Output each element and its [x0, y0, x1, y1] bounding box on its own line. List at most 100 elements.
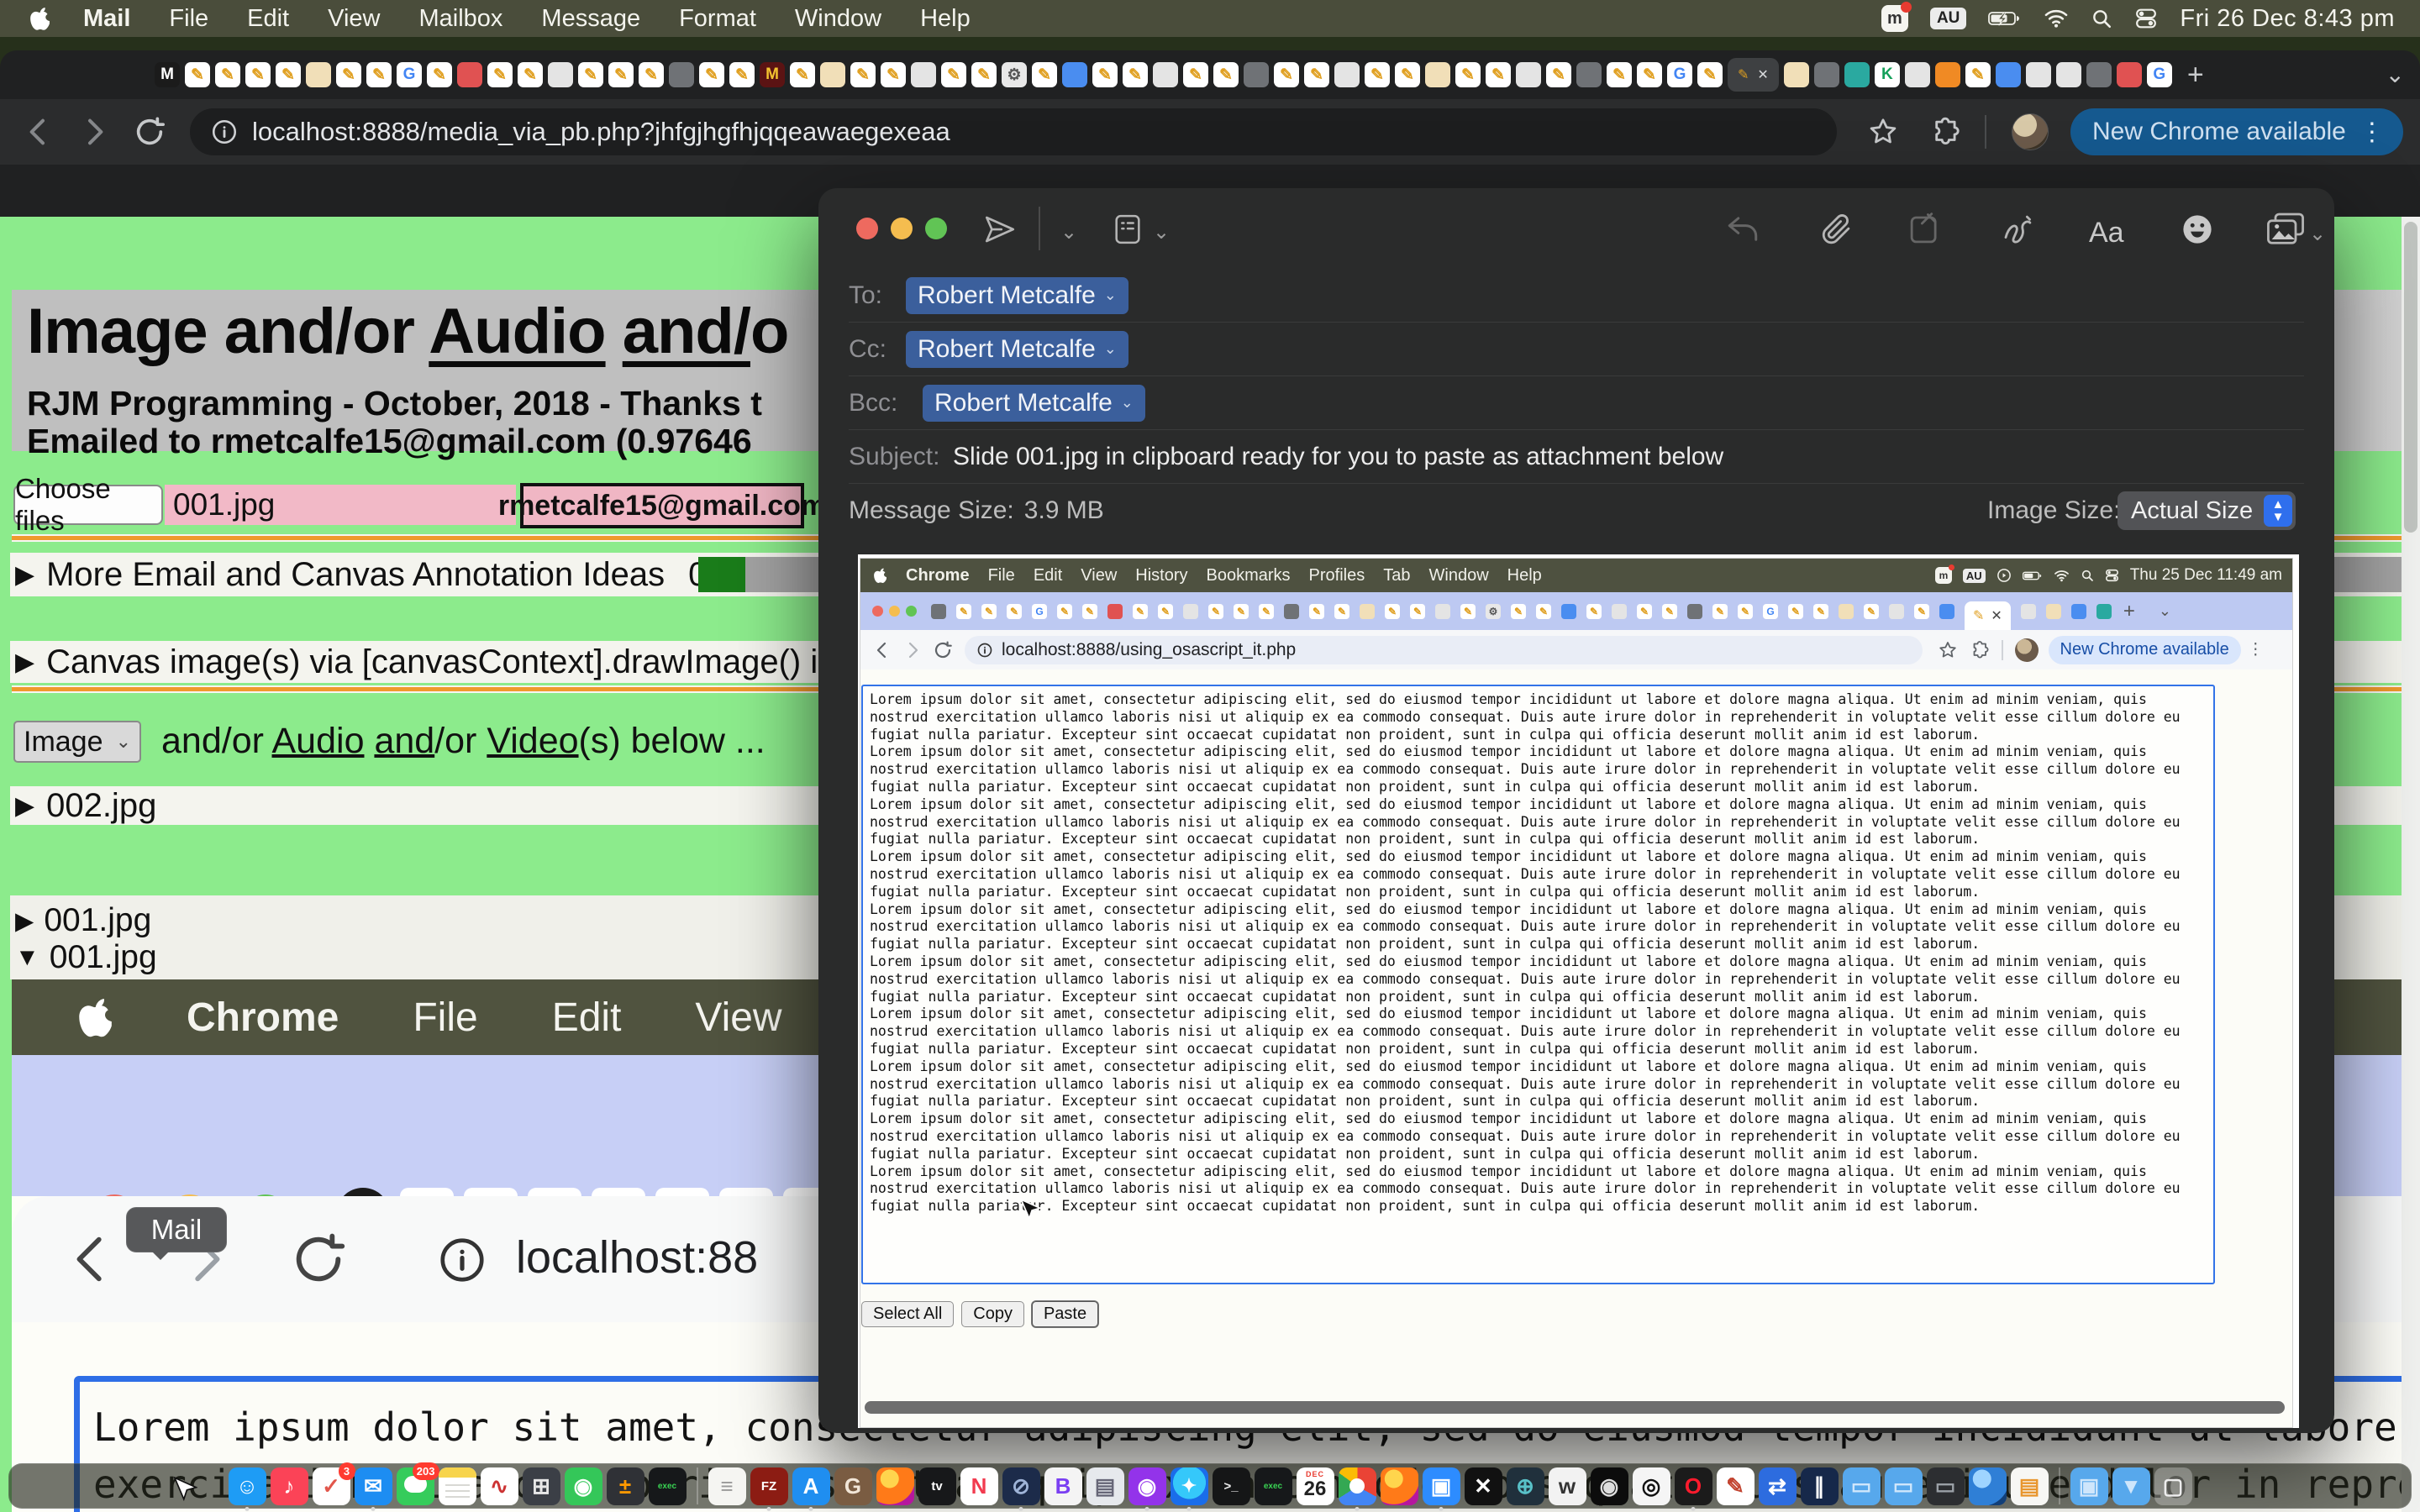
send-options-chevron-icon[interactable]: ⌄	[1060, 220, 1077, 244]
tab-favicon[interactable]: G	[1032, 604, 1047, 619]
url-text[interactable]: localhost:8888/media_via_pb.php?jhfgjhgf…	[252, 117, 950, 147]
tab-favicon[interactable]	[1784, 62, 1809, 87]
dock-item-archive-utility[interactable]: ▤	[1086, 1467, 1124, 1505]
dock-item-calculator[interactable]: ±	[607, 1467, 644, 1505]
tab-favicon[interactable]: ✎	[336, 62, 361, 87]
menu-item-file[interactable]: File	[150, 5, 228, 33]
tab-search-chevron-icon[interactable]: ⌄	[2386, 60, 2405, 88]
tab-favicon[interactable]: ✎	[1304, 62, 1329, 87]
dock-item-mail[interactable]: ✉	[355, 1467, 392, 1505]
dock-item-reminders[interactable]: ✓3	[313, 1467, 350, 1505]
tab-favicon[interactable]	[1334, 62, 1360, 87]
tab-favicon[interactable]	[2086, 62, 2112, 87]
to-recipient-chip[interactable]: Robert Metcalfe⌄	[906, 277, 1128, 314]
tab-favicon[interactable]: ✎	[1697, 62, 1723, 87]
file-input-value[interactable]: 001.jpg	[165, 485, 516, 525]
photos-chevron-icon[interactable]: ⌄	[2309, 222, 2326, 246]
tab-favicon[interactable]: ✎	[1788, 604, 1803, 619]
tab-favicon[interactable]	[2096, 604, 2112, 619]
menu-item-message[interactable]: Message	[522, 5, 660, 33]
forward-button[interactable]	[77, 115, 111, 149]
tab-favicon[interactable]	[669, 62, 694, 87]
tab-favicon[interactable]	[1516, 62, 1541, 87]
dock-item-globe-app[interactable]: ⊕	[1507, 1467, 1544, 1505]
details-row-001jpg-collapsed[interactable]: ▶ 001.jpg	[15, 902, 151, 939]
tab-favicon[interactable]: ✎	[276, 62, 301, 87]
tab-favicon[interactable]: ✎	[1637, 604, 1652, 619]
dock-item-zoom[interactable]: ▣	[1423, 1467, 1460, 1505]
tab-favicon[interactable]: ✎	[850, 62, 876, 87]
dock-item-exec-terminal-2[interactable]: exec	[1255, 1467, 1292, 1505]
tab-favicon[interactable]: ✎	[578, 62, 603, 87]
tab-favicon[interactable]: ✎	[1092, 62, 1118, 87]
tab-favicon[interactable]	[2117, 62, 2142, 87]
menu-item-format[interactable]: Format	[660, 5, 776, 33]
tab-favicon[interactable]: ✎	[1183, 62, 1208, 87]
tab-favicon[interactable]	[1062, 62, 1087, 87]
reload-button[interactable]	[133, 115, 166, 149]
tab-favicon[interactable]	[2071, 604, 2086, 619]
tab-favicon[interactable]: M	[760, 62, 785, 87]
cc-recipient-chip[interactable]: Robert Metcalfe⌄	[906, 331, 1128, 368]
tab-favicon[interactable]: ✎	[981, 604, 997, 619]
emoji-picker-button[interactable]	[2180, 212, 2215, 247]
tab-favicon[interactable]	[1284, 604, 1299, 619]
tab-favicon[interactable]	[1939, 604, 1954, 619]
tab-favicon[interactable]: ⚙	[1002, 62, 1027, 87]
dock-item-record-app[interactable]: ◎	[1633, 1467, 1670, 1505]
tab-favicon[interactable]	[1244, 62, 1269, 87]
attach-file-button[interactable]	[1818, 212, 1854, 247]
tab-favicon[interactable]	[1612, 604, 1627, 619]
dock-item-bbedit[interactable]: B	[1044, 1467, 1082, 1505]
tab-favicon[interactable]: ✎	[366, 62, 392, 87]
tab-favicon[interactable]	[1687, 604, 1702, 619]
tab-favicon[interactable]: ✎	[1395, 62, 1420, 87]
dock-item-screen-time[interactable]: ⊘	[1002, 1467, 1040, 1505]
control-center-icon[interactable]	[2134, 8, 2158, 29]
tab-favicon[interactable]: ✎	[1637, 62, 1662, 87]
tab-favicon[interactable]: G	[1667, 62, 1692, 87]
tab-favicon[interactable]	[1839, 604, 1854, 619]
tab-favicon[interactable]: ✎	[1586, 604, 1602, 619]
tab-active[interactable]: ✎✕	[1965, 601, 2011, 630]
dock-item-folder-blue-2[interactable]: ▭	[1885, 1467, 1923, 1505]
tab-favicon[interactable]: ✎	[729, 62, 755, 87]
tab-active[interactable]: ✎✕	[1728, 58, 1779, 92]
dock-item-pages-doc[interactable]: ▤	[2011, 1467, 2049, 1505]
lorem-textarea[interactable]: Lorem ipsum dolor sit amet, consectetur …	[861, 685, 2215, 1284]
tab-favicon[interactable]: G	[2147, 62, 2172, 87]
menu-item-edit[interactable]: Edit	[228, 5, 308, 33]
select-all-button[interactable]: Select All	[861, 1301, 954, 1327]
close-window-button[interactable]	[856, 218, 878, 239]
tab-favicon[interactable]: G	[397, 62, 422, 87]
dock-item-parallels[interactable]: ∥	[1801, 1467, 1839, 1505]
email-input[interactable]: rmetcalfe15@gmail.com	[520, 483, 804, 528]
tab-favicon[interactable]: ✎	[1133, 604, 1148, 619]
tab-favicon[interactable]: ✎	[881, 62, 906, 87]
bcc-field-row[interactable]: Bcc: Robert Metcalfe⌄	[849, 376, 2304, 430]
tab-favicon[interactable]	[1360, 604, 1375, 619]
tab-favicon[interactable]: ✎	[1007, 604, 1022, 619]
dock-item-facetime[interactable]: ◉	[565, 1467, 602, 1505]
subject-field-row[interactable]: Subject: Slide 001.jpg in clipboard read…	[849, 430, 2304, 484]
wifi-icon[interactable]	[2044, 8, 2069, 29]
tab-favicon[interactable]: M	[155, 62, 180, 87]
dock-item-app-store[interactable]: A	[792, 1467, 830, 1505]
dock-item-blue-sphere-app[interactable]	[1969, 1467, 2007, 1505]
tab-favicon[interactable]: ✎	[699, 62, 724, 87]
tab-favicon[interactable]: ✎	[1213, 62, 1239, 87]
tab-favicon[interactable]: ✎	[1057, 604, 1072, 619]
menu-item-help[interactable]: Help	[901, 5, 990, 33]
dock-item-chrome[interactable]	[1339, 1467, 1376, 1505]
tab-favicon[interactable]: ✎	[1234, 604, 1249, 619]
and-link[interactable]: and	[374, 721, 434, 761]
dock-item-notes[interactable]	[439, 1467, 476, 1505]
tab-favicon[interactable]: ✎	[245, 62, 271, 87]
body-horizontal-scrollbar[interactable]	[865, 1401, 2285, 1414]
menu-bar-clock[interactable]: Fri 26 Dec 8:43 pm	[2180, 5, 2395, 33]
dock-item-music[interactable]: ♪	[271, 1467, 308, 1505]
tab-favicon[interactable]: ✎	[1082, 604, 1097, 619]
to-field-row[interactable]: To: Robert Metcalfe⌄	[849, 269, 2304, 323]
header-fields-button[interactable]	[1111, 212, 1144, 247]
format-fonts-button[interactable]: Aa	[2089, 217, 2124, 249]
